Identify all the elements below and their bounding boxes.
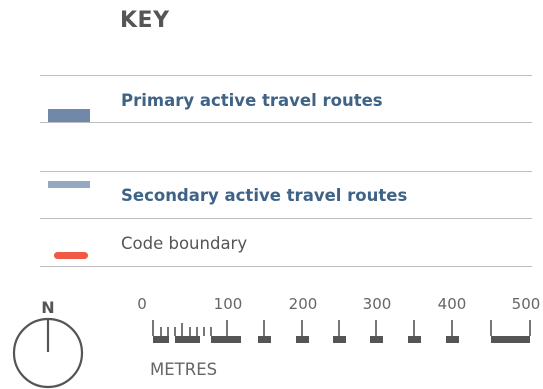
map-key-graphics: N 0 100 200 300 400 500 METRES [12, 295, 540, 389]
north-label: N [41, 298, 54, 317]
scale-tick-label-500: 500 [512, 295, 541, 313]
scale-tick-label-400: 400 [438, 295, 467, 313]
scale-tick-label-100: 100 [214, 295, 243, 313]
scale-bar: 0 100 200 300 400 500 METRES [137, 295, 540, 379]
scale-fine-ticks [152, 320, 531, 336]
scale-tick-label-200: 200 [289, 295, 318, 313]
scale-tick-label-0: 0 [137, 295, 147, 313]
scale-units-label: METRES [150, 360, 217, 379]
north-arrow: N [12, 298, 84, 389]
scale-tick-label-300: 300 [363, 295, 392, 313]
scale-blocks [153, 336, 530, 343]
